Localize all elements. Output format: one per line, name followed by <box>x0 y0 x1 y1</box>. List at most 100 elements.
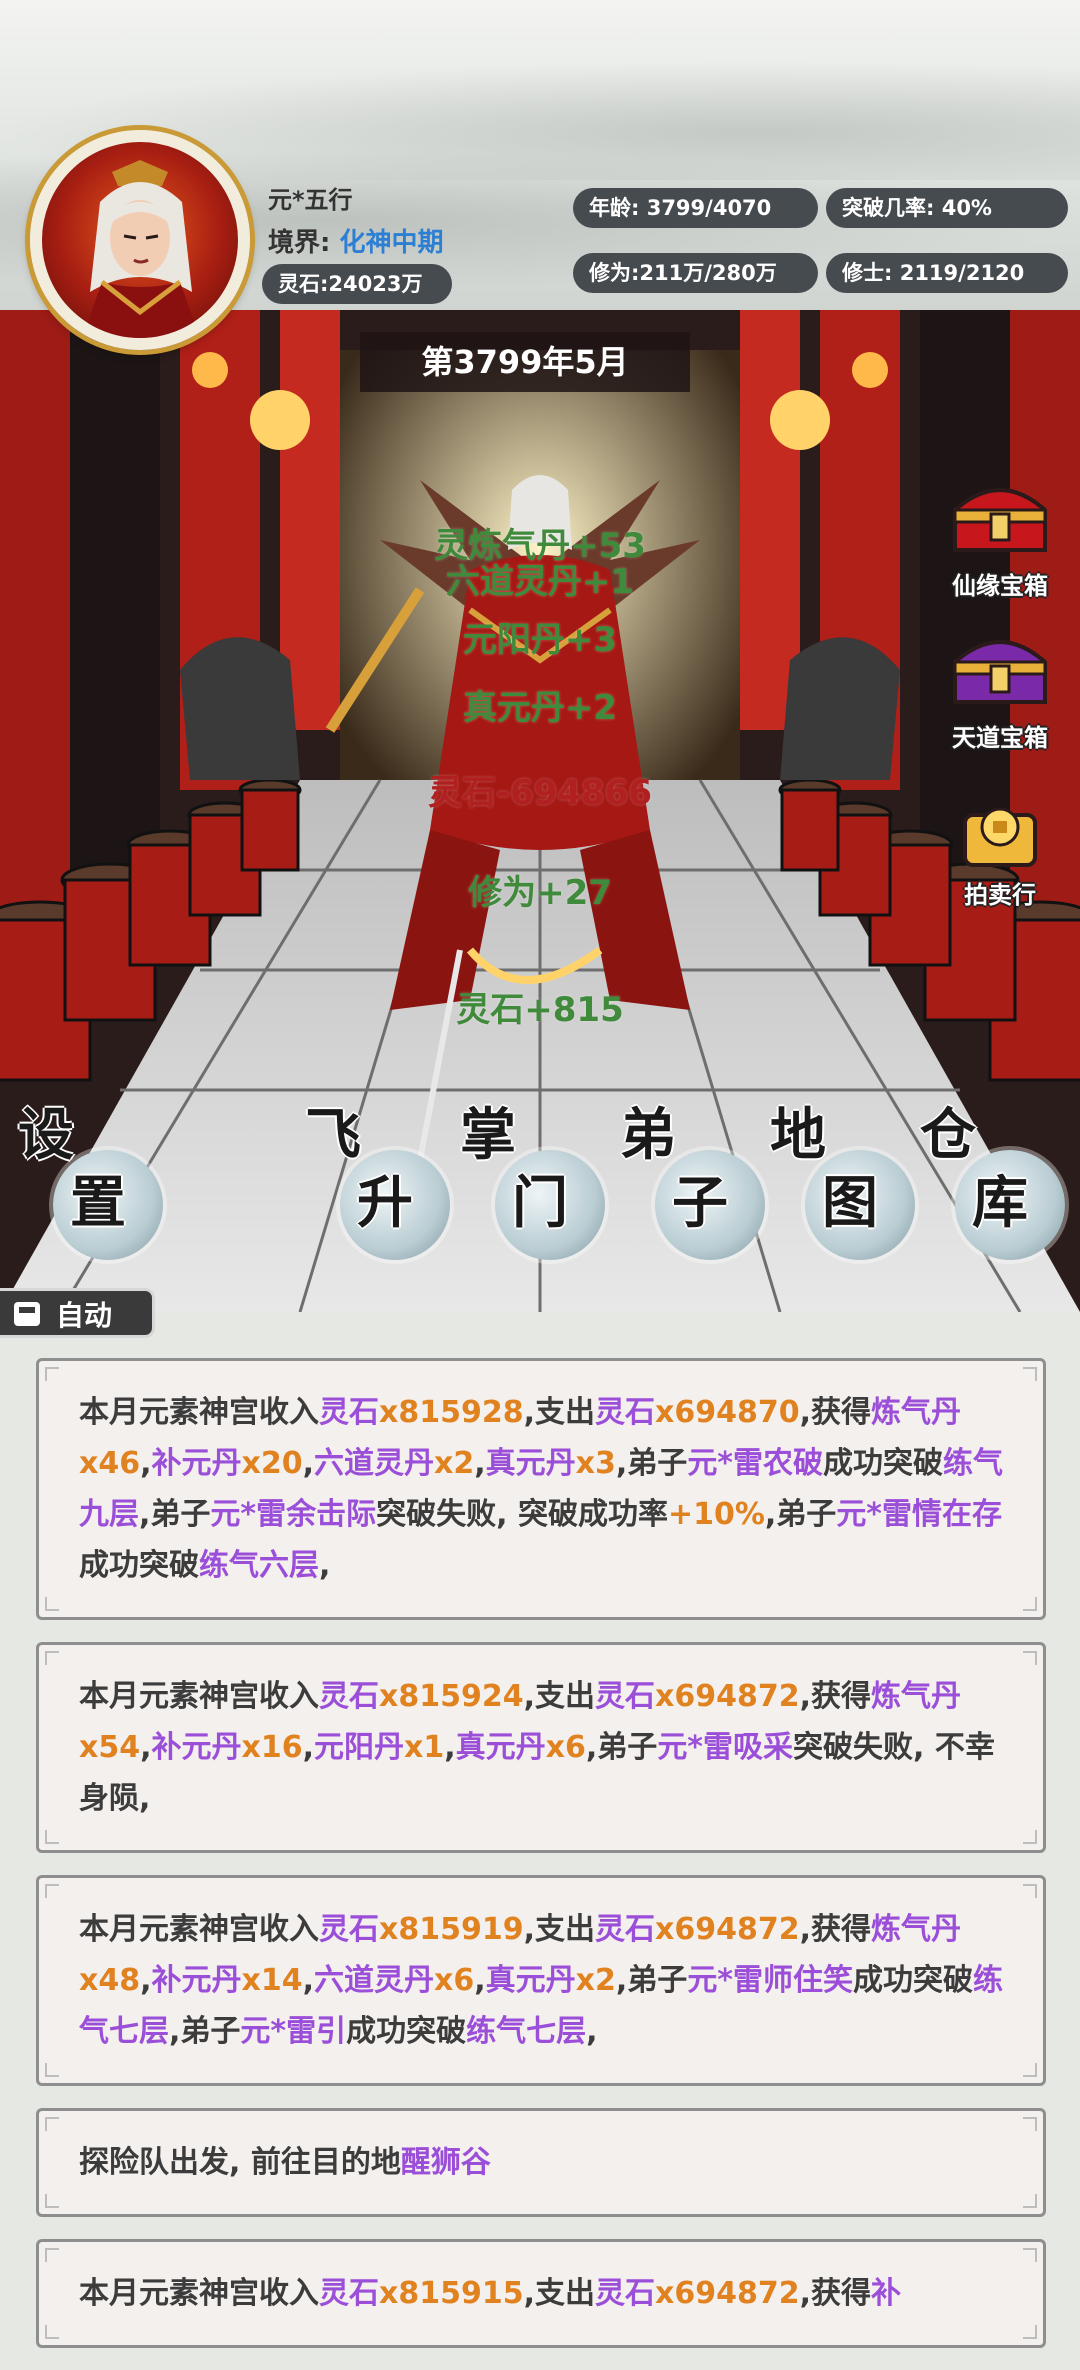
log-text: 突破失败, 突破成功率 <box>376 1497 668 1532</box>
highlighted-log-text: 真元丹 <box>485 1446 576 1481</box>
corner-ornament <box>45 1884 59 1898</box>
highlighted-log-text: 补元丹 <box>151 1730 242 1765</box>
highlighted-log-text: x694870 <box>655 1395 800 1430</box>
palace-scene[interactable]: 第3799年5月 灵炼气丹+53 六道灵丹+1 元阳丹+3 真元丹+2 灵石-69486… <box>0 310 1080 1312</box>
highlighted-log-text: 练气七层 <box>466 2014 587 2049</box>
highlighted-log-text: x815919 <box>379 1912 524 1947</box>
log-text: , <box>444 1730 456 1765</box>
player-avatar[interactable] <box>30 130 250 350</box>
log-text: ,弟子 <box>169 2014 241 2049</box>
xianyuan-chest-button[interactable]: 仙缘宝箱 <box>925 470 1075 601</box>
age-stat: 年龄: 3799/4070 <box>573 188 818 228</box>
log-text: , <box>474 1446 486 1481</box>
cultivation-stat: 修为:211万/280万 <box>573 253 818 293</box>
log-text: ,支出 <box>523 1912 596 1947</box>
corner-ornament <box>1023 1367 1037 1381</box>
corner-ornament <box>1023 1597 1037 1611</box>
log-entry-card: 本月元素神宫收入灵石x815915,支出灵石x694872,获得补 <box>36 2239 1046 2348</box>
settings-char-2: 置 <box>70 1171 126 1236</box>
log-text: 成功突破 <box>79 1548 199 1583</box>
settings-char-1: 设 <box>18 1103 74 1168</box>
log-text: , <box>302 1446 315 1481</box>
corner-ornament <box>1023 2117 1037 2131</box>
log-text: , <box>302 1963 315 1998</box>
tiandao-chest-button[interactable]: 天道宝箱 <box>925 622 1075 753</box>
log-text: , <box>474 1963 486 1998</box>
highlighted-log-text: 元*雷吸采 <box>657 1730 794 1765</box>
red-chest-icon <box>945 470 1055 566</box>
map-button[interactable]: 地 图 <box>770 1090 920 1270</box>
floating-reward-text: 真元丹+2 <box>462 688 618 728</box>
current-date: 第3799年5月 <box>360 332 690 392</box>
log-text: 成功突破 <box>853 1963 974 1998</box>
highlighted-log-text: x815924 <box>379 1679 524 1714</box>
corner-ornament <box>1023 1651 1037 1665</box>
corner-ornament <box>1023 1830 1037 1844</box>
log-entry-card: 本月元素神宫收入灵石x815928,支出灵石x694870,获得炼气丹x46,补… <box>36 1358 1046 1620</box>
disciple-count-stat: 修士: 2119/2120 <box>826 253 1068 293</box>
corner-ornament <box>45 2248 59 2262</box>
ascend-char-1: 飞 <box>305 1103 361 1168</box>
highlighted-log-text: x20 <box>241 1446 303 1481</box>
corner-ornament <box>45 1651 59 1665</box>
highlighted-log-text: 真元丹 <box>455 1730 546 1765</box>
ascend-button[interactable]: 飞 升 <box>305 1090 455 1270</box>
disciple-button[interactable]: 弟 子 <box>620 1090 770 1270</box>
log-text: ,弟子 <box>615 1963 688 1998</box>
log-text: , <box>302 1730 315 1765</box>
log-text: 本月元素神宫收入 <box>79 1679 319 1714</box>
event-log[interactable]: 本月元素神宫收入灵石x815928,支出灵石x694870,获得炼气丹x46,补… <box>36 1358 1046 2370</box>
highlighted-log-text: 醒狮谷 <box>400 2145 491 2180</box>
auto-toggle-button[interactable]: 自动 <box>0 1288 155 1338</box>
auction-house-button[interactable]: 拍卖行 <box>925 795 1075 910</box>
highlighted-log-text: x3 <box>575 1446 616 1481</box>
corner-ornament <box>1023 2063 1037 2077</box>
corner-ornament <box>45 1597 59 1611</box>
sect-leader-button[interactable]: 掌 门 <box>460 1090 610 1270</box>
fist-icon <box>14 1302 40 1326</box>
highlighted-log-text: 灵石 <box>595 2276 656 2311</box>
corner-ornament <box>45 2194 59 2208</box>
highlighted-log-text: 灵石 <box>595 1912 656 1947</box>
corner-ornament <box>45 1367 59 1381</box>
log-text: ,获得 <box>799 1679 872 1714</box>
leader-char-2: 门 <box>512 1171 568 1236</box>
corner-ornament <box>45 2325 59 2339</box>
tiandao-chest-label: 天道宝箱 <box>952 724 1048 752</box>
highlighted-log-text: 练气六层 <box>199 1548 319 1583</box>
floating-reward-text: 六道灵丹+1 <box>445 562 635 602</box>
highlighted-log-text: 灵石 <box>595 1395 656 1430</box>
log-text: ,弟子 <box>585 1730 658 1765</box>
disciple-char-2: 子 <box>672 1171 728 1236</box>
floating-reward-text: 灵石+815 <box>456 990 624 1030</box>
highlighted-log-text: x815915 <box>379 2276 524 2311</box>
highlighted-log-text: 补元丹 <box>151 1963 242 1998</box>
highlighted-log-text: 炼气丹 <box>871 1395 962 1430</box>
storage-button[interactable]: 仓 库 <box>920 1090 1070 1270</box>
avatar-portrait-icon <box>82 160 200 338</box>
highlighted-log-text: 元*雷引 <box>240 2014 347 2049</box>
log-text: ,获得 <box>799 1912 872 1947</box>
highlighted-log-text: 元*雷余击际 <box>210 1497 377 1532</box>
log-text: ,获得 <box>799 2276 872 2311</box>
floating-reward-text: 修为+27 <box>468 873 612 913</box>
player-realm: 境界: 化神中期 <box>268 222 443 259</box>
breakthrough-rate-stat: 突破几率: 40% <box>826 188 1068 228</box>
corner-ornament <box>1023 2194 1037 2208</box>
log-text: , <box>140 1446 152 1481</box>
highlighted-log-text: x694872 <box>655 2276 800 2311</box>
log-text: 本月元素神宫收入 <box>79 1912 319 1947</box>
log-text: ,弟子 <box>764 1497 837 1532</box>
floating-reward-text: 元阳丹+3 <box>462 620 618 660</box>
highlighted-log-text: 元*雷情在存 <box>836 1497 1003 1532</box>
player-name: 元*五行 <box>268 186 353 214</box>
highlighted-log-text: x694872 <box>655 1912 800 1947</box>
corner-ornament <box>1023 2248 1037 2262</box>
highlighted-log-text: 灵石 <box>319 2276 379 2311</box>
settings-button[interactable]: 设 置 <box>18 1090 168 1270</box>
log-text: , <box>140 1963 152 1998</box>
log-entry-card: 探险队出发, 前往目的地醒狮谷 <box>36 2108 1046 2217</box>
log-entry-card: 本月元素神宫收入灵石x815919,支出灵石x694872,获得炼气丹x48,补… <box>36 1875 1046 2086</box>
highlighted-log-text: 灵石 <box>319 1395 379 1430</box>
log-text: 成功突破 <box>823 1446 944 1481</box>
